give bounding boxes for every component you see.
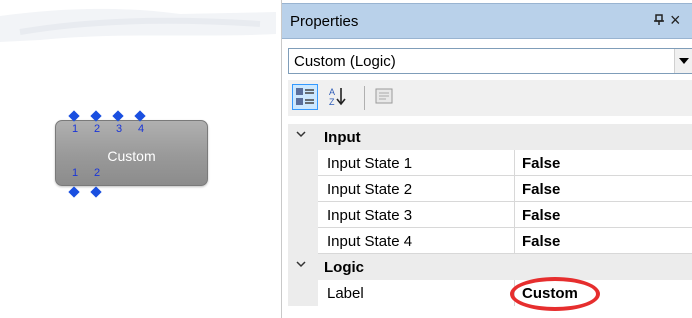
property-name: Input State 4 <box>318 228 515 254</box>
property-name: Input State 1 <box>318 150 515 176</box>
row-margin <box>288 202 318 228</box>
row-margin <box>288 176 318 202</box>
property-pages-icon[interactable] <box>372 84 398 110</box>
category-input[interactable]: Input <box>288 124 692 150</box>
input-pin-4-connector[interactable] <box>134 110 146 122</box>
output-pin-2-connector[interactable] <box>90 186 102 198</box>
input-pin-1-label: 1 <box>72 123 79 135</box>
input-pin-1-connector[interactable] <box>68 110 80 122</box>
input-pin-4-label: 4 <box>138 123 145 135</box>
property-value[interactable]: False <box>515 176 692 202</box>
chevron-down-icon[interactable] <box>674 49 692 73</box>
category-label: Logic <box>324 259 364 276</box>
property-grid: Input Input State 1 False Input State 2 … <box>288 124 692 311</box>
category-label: Input <box>324 129 361 146</box>
property-value[interactable]: False <box>515 228 692 254</box>
category-logic[interactable]: Logic <box>288 254 692 280</box>
output-pin-2-label: 2 <box>94 167 101 179</box>
property-row[interactable]: Input State 1 False <box>288 150 692 176</box>
pin-icon[interactable] <box>653 14 665 29</box>
panel-title: Properties <box>290 13 359 30</box>
object-selector-value: Custom (Logic) <box>294 53 396 70</box>
chevron-down-icon[interactable] <box>295 128 307 143</box>
highlight-annotation <box>510 277 600 311</box>
categorized-view-icon[interactable] <box>292 84 318 110</box>
property-value[interactable]: False <box>515 202 692 228</box>
property-row[interactable]: Label Custom <box>288 277 692 311</box>
row-margin <box>288 228 318 254</box>
close-icon[interactable]: × <box>670 10 681 31</box>
svg-text:Z: Z <box>329 97 335 107</box>
property-value[interactable]: False <box>515 150 692 176</box>
block-label: Custom <box>107 148 156 164</box>
chevron-down-icon[interactable] <box>295 258 307 273</box>
svg-text:A: A <box>329 87 335 97</box>
row-margin <box>288 150 318 176</box>
output-pin-1-label: 1 <box>72 167 79 179</box>
property-row[interactable]: Input State 4 False <box>288 228 692 254</box>
input-pin-2-connector[interactable] <box>90 110 102 122</box>
object-selector-dropdown[interactable]: Custom (Logic) <box>288 48 692 74</box>
properties-toolbar: A Z <box>288 80 692 116</box>
property-name: Label <box>318 280 515 306</box>
properties-panel: Properties × Custom (Logic) A Z Input In… <box>281 0 692 318</box>
input-pin-2-label: 2 <box>94 123 101 135</box>
output-pin-1-connector[interactable] <box>68 186 80 198</box>
design-canvas[interactable]: Custom 1 2 3 4 1 2 <box>0 0 276 318</box>
properties-title-bar: Properties × <box>282 3 692 39</box>
input-pin-3-label: 3 <box>116 123 123 135</box>
property-row[interactable]: Input State 3 False <box>288 202 692 228</box>
custom-logic-block[interactable]: Custom 1 2 3 4 1 2 <box>55 110 208 198</box>
canvas-background-smudge <box>0 8 276 42</box>
property-name: Input State 2 <box>318 176 515 202</box>
toolbar-separator <box>364 86 365 110</box>
property-name: Input State 3 <box>318 202 515 228</box>
row-margin <box>288 280 318 306</box>
alphabetical-sort-icon[interactable]: A Z <box>326 84 352 110</box>
property-row[interactable]: Input State 2 False <box>288 176 692 202</box>
input-pin-3-connector[interactable] <box>112 110 124 122</box>
